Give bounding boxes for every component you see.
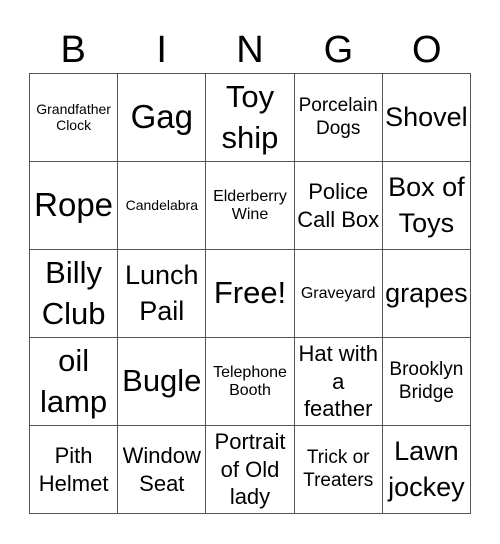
- bingo-cell[interactable]: Billy Club: [30, 250, 119, 338]
- bingo-cell-text: Grandfather Clock: [36, 100, 111, 133]
- header-letter-g: G: [323, 29, 354, 71]
- bingo-cell-text: Free!: [213, 275, 287, 311]
- bingo-cell[interactable]: oil lamp: [30, 338, 119, 426]
- bingo-cell-text: Elderberry Wine: [213, 187, 287, 223]
- bingo-cell[interactable]: Toy ship: [206, 74, 295, 162]
- bingo-cell-text: Window Seat: [122, 442, 201, 496]
- bingo-cell[interactable]: grapes: [382, 250, 471, 338]
- bingo-cell[interactable]: Candelabra: [118, 162, 207, 250]
- bingo-cell-text: Police Call Box: [297, 178, 380, 232]
- bingo-cell[interactable]: Police Call Box: [294, 162, 383, 250]
- bingo-cell-text: Brooklyn Bridge: [389, 358, 464, 403]
- bingo-cell-text: oil lamp: [39, 343, 108, 419]
- bingo-header: B I N G O: [29, 28, 471, 72]
- bingo-cell-text: Billy Club: [41, 255, 106, 331]
- bingo-cell[interactable]: Bugle: [118, 338, 207, 426]
- bingo-cell[interactable]: Box of Toys: [382, 162, 471, 250]
- bingo-cell[interactable]: Rope: [30, 162, 119, 250]
- bingo-cell-text: Toy ship: [221, 79, 279, 155]
- bingo-cell[interactable]: Trick or Treaters: [294, 426, 383, 514]
- bingo-cell[interactable]: Elderberry Wine: [206, 162, 295, 250]
- bingo-cell[interactable]: Portrait of Old lady: [206, 426, 295, 514]
- bingo-cell[interactable]: Graveyard: [294, 250, 383, 338]
- header-letter-b: B: [60, 29, 86, 71]
- bingo-cell-text: Portrait of Old lady: [214, 428, 286, 510]
- header-letter-i: I: [156, 29, 167, 71]
- header-letter-o: O: [412, 29, 442, 71]
- bingo-cell-text: Trick or Treaters: [303, 446, 374, 491]
- bingo-cell-text: Telephone Booth: [213, 363, 287, 399]
- bingo-cell-text: Porcelain Dogs: [298, 94, 378, 139]
- bingo-cell-text: Bugle: [122, 363, 202, 399]
- bingo-cell[interactable]: Lawn jockey: [382, 426, 471, 514]
- bingo-cell[interactable]: Hat with a feather: [294, 338, 383, 426]
- bingo-cell[interactable]: Gag: [118, 74, 207, 162]
- bingo-cell[interactable]: Porcelain Dogs: [294, 74, 383, 162]
- bingo-cell-text: Box of Toys: [388, 172, 465, 238]
- bingo-cell-text: Pith Helmet: [38, 442, 109, 496]
- bingo-cell[interactable]: Brooklyn Bridge: [382, 338, 471, 426]
- bingo-cell-text: Shovel: [385, 101, 468, 132]
- bingo-cell[interactable]: Pith Helmet: [30, 426, 119, 514]
- bingo-cell[interactable]: Telephone Booth: [206, 338, 295, 426]
- header-letter-n: N: [236, 29, 264, 71]
- bingo-cell[interactable]: Lunch Pail: [118, 250, 207, 338]
- bingo-cell-text: Lunch Pail: [125, 260, 199, 326]
- bingo-cell[interactable]: Window Seat: [118, 426, 207, 514]
- bingo-cell-text: Hat with a feather: [298, 340, 378, 422]
- bingo-grid: Grandfather Clock Gag Toy ship Porcelain Do…: [29, 73, 471, 514]
- bingo-cell[interactable]: Shovel: [382, 74, 471, 162]
- bingo-cell-text: Graveyard: [300, 284, 376, 302]
- bingo-cell-text: Gag: [130, 98, 193, 136]
- bingo-cell[interactable]: Grandfather Clock: [30, 74, 119, 162]
- bingo-cell-text: Candelabra: [125, 196, 198, 213]
- bingo-cell-text: grapes: [385, 277, 468, 308]
- bingo-cell-free[interactable]: Free!: [206, 250, 295, 338]
- bingo-cell-text: Lawn jockey: [388, 436, 465, 502]
- bingo-cell-text: Rope: [34, 186, 114, 224]
